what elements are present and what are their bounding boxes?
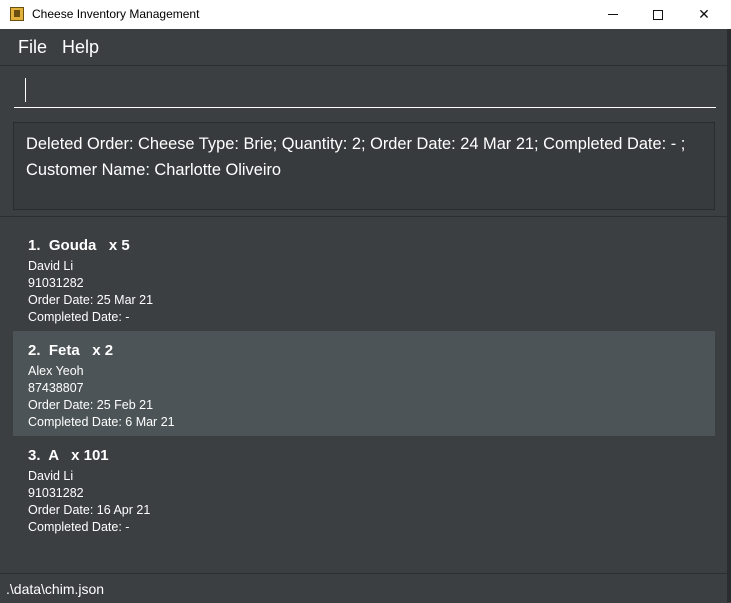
order-quantity: x 101	[71, 447, 109, 464]
app-icon	[10, 7, 24, 21]
order-customer: David Li	[28, 259, 74, 273]
order-date: Order Date: 25 Mar 21	[28, 293, 154, 307]
minimize-icon	[608, 14, 618, 15]
order-header: 3. A x 101	[28, 446, 700, 466]
order-completed-date: Completed Date: -	[28, 310, 130, 324]
order-customer: Alex Yeoh	[28, 364, 84, 378]
order-completed-date: Completed Date: 6 Mar 21	[28, 415, 175, 429]
order-phone: 91031282	[28, 486, 84, 500]
close-icon: ✕	[698, 6, 710, 23]
order-cheese-type: Gouda	[48, 237, 97, 254]
order-quantity: x 2	[92, 342, 114, 359]
data-file-path: .\data\chim.json	[6, 581, 105, 597]
order-customer: David Li	[28, 469, 74, 483]
order-card[interactable]: 1. Gouda x 5 David Li 91031282 Order Dat…	[13, 226, 715, 331]
window-edge	[727, 29, 731, 602]
window-title: Cheese Inventory Management	[32, 7, 200, 21]
minimize-button[interactable]	[590, 0, 636, 29]
text-caret	[25, 78, 26, 102]
result-display: Deleted Order: Cheese Type: Brie; Quanti…	[13, 122, 715, 210]
divider	[0, 216, 727, 217]
order-index: 1.	[28, 237, 41, 254]
order-phone: 87438807	[28, 381, 84, 395]
close-button[interactable]: ✕	[681, 0, 727, 29]
order-cheese-type: A	[48, 447, 59, 464]
order-list[interactable]: 1. Gouda x 5 David Li 91031282 Order Dat…	[13, 226, 715, 542]
order-phone: 91031282	[28, 276, 84, 290]
menu-file[interactable]: File	[18, 37, 47, 58]
order-quantity: x 5	[108, 237, 130, 254]
maximize-icon	[653, 9, 663, 20]
title-bar[interactable]: Cheese Inventory Management ✕	[0, 0, 731, 29]
order-cheese-type: Feta	[48, 342, 80, 359]
order-card[interactable]: 3. A x 101 David Li 91031282 Order Date:…	[13, 436, 715, 541]
order-card[interactable]: 2. Feta x 2 Alex Yeoh 87438807 Order Dat…	[13, 331, 715, 436]
order-header: 1. Gouda x 5	[28, 236, 700, 256]
order-header: 2. Feta x 2	[28, 341, 700, 361]
order-index: 3.	[28, 447, 41, 464]
order-date: Order Date: 25 Feb 21	[28, 398, 154, 412]
result-message: Deleted Order: Cheese Type: Brie; Quanti…	[26, 135, 686, 179]
order-date: Order Date: 16 Apr 21	[28, 503, 151, 517]
maximize-button[interactable]	[635, 0, 681, 29]
command-input[interactable]	[14, 72, 716, 108]
status-bar: .\data\chim.json	[0, 573, 727, 603]
order-index: 2.	[28, 342, 41, 359]
menu-bar: File Help	[0, 29, 727, 66]
command-box	[14, 72, 716, 110]
menu-help[interactable]: Help	[62, 37, 99, 58]
order-completed-date: Completed Date: -	[28, 520, 130, 534]
